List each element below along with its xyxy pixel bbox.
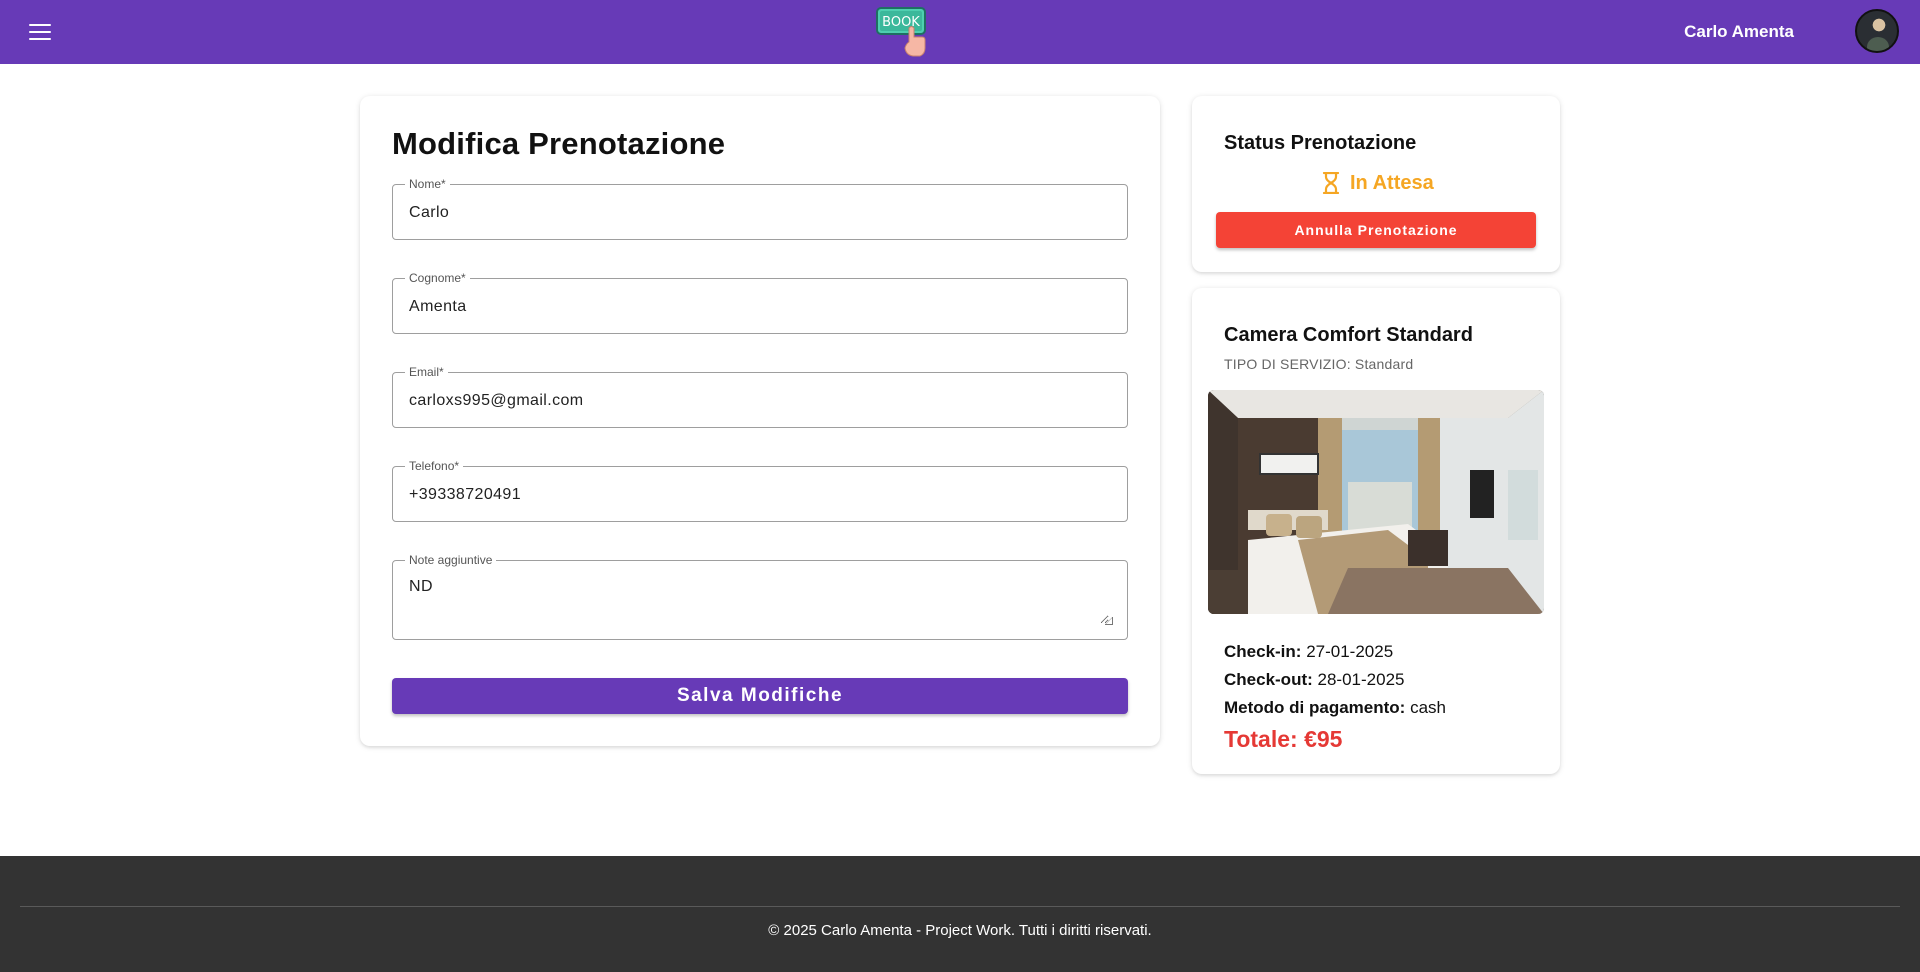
hourglass-icon bbox=[1322, 172, 1340, 194]
checkout-value: 28-01-2025 bbox=[1317, 670, 1405, 689]
first-name-input[interactable] bbox=[409, 201, 1109, 225]
footer-divider bbox=[20, 906, 1900, 907]
phone-field[interactable]: Telefono* bbox=[392, 459, 1128, 522]
room-details-card: Camera Comfort Standard TIPO DI SERVIZIO… bbox=[1192, 288, 1560, 774]
email-label: Email* bbox=[405, 365, 448, 379]
book-logo[interactable]: BOOK bbox=[876, 6, 930, 58]
checkout-line: Check-out: 28-01-2025 bbox=[1224, 666, 1446, 694]
email-input[interactable] bbox=[409, 389, 1109, 413]
textarea-resize-handle[interactable] bbox=[1105, 617, 1113, 625]
payment-value: cash bbox=[1410, 698, 1446, 717]
checkout-label: Check-out: bbox=[1224, 670, 1313, 689]
status-value: In Attesa bbox=[1350, 171, 1434, 194]
cancel-booking-button[interactable]: Annulla Prenotazione bbox=[1216, 212, 1536, 248]
last-name-input[interactable] bbox=[409, 295, 1109, 319]
first-name-field[interactable]: Nome* bbox=[392, 177, 1128, 240]
last-name-field[interactable]: Cognome* bbox=[392, 271, 1128, 334]
top-app-bar: BOOK Carlo Amenta bbox=[0, 0, 1920, 64]
status-indicator: In Attesa bbox=[1322, 170, 1434, 196]
first-name-label: Nome* bbox=[405, 177, 450, 191]
payment-line: Metodo di pagamento: cash bbox=[1224, 694, 1446, 722]
phone-label: Telefono* bbox=[405, 459, 464, 473]
hamburger-menu-icon[interactable] bbox=[24, 18, 56, 46]
avatar[interactable] bbox=[1855, 9, 1899, 53]
notes-field[interactable]: Note aggiuntive ND bbox=[392, 553, 1128, 640]
footer-copyright: © 2025 Carlo Amenta - Project Work. Tutt… bbox=[768, 922, 1152, 939]
booking-details: Check-in: 27-01-2025 Check-out: 28-01-20… bbox=[1224, 638, 1446, 756]
total-price: Totale: €95 bbox=[1224, 726, 1343, 752]
notes-label: Note aggiuntive bbox=[405, 553, 497, 567]
footer: © 2025 Carlo Amenta - Project Work. Tutt… bbox=[0, 856, 1920, 972]
phone-input[interactable] bbox=[409, 483, 1109, 507]
checkin-label: Check-in: bbox=[1224, 642, 1302, 661]
save-changes-button[interactable]: Salva Modifiche bbox=[392, 678, 1128, 714]
room-photo bbox=[1208, 390, 1544, 614]
logo-text: BOOK bbox=[882, 15, 920, 30]
notes-textarea[interactable]: ND bbox=[409, 578, 1109, 624]
email-field[interactable]: Email* bbox=[392, 365, 1128, 428]
page-title: Modifica Prenotazione bbox=[392, 126, 726, 161]
payment-label: Metodo di pagamento: bbox=[1224, 698, 1406, 717]
user-name[interactable]: Carlo Amenta bbox=[1684, 21, 1794, 43]
service-type: TIPO DI SERVIZIO: Standard bbox=[1224, 356, 1414, 372]
room-title: Camera Comfort Standard bbox=[1224, 324, 1473, 346]
checkin-line: Check-in: 27-01-2025 bbox=[1224, 638, 1446, 666]
booking-status-card: Status Prenotazione In Attesa Annulla Pr… bbox=[1192, 96, 1560, 272]
status-title: Status Prenotazione bbox=[1224, 132, 1417, 154]
edit-booking-card: Modifica Prenotazione Nome* Cognome* Ema… bbox=[360, 96, 1160, 746]
checkin-value: 27-01-2025 bbox=[1306, 642, 1394, 661]
last-name-label: Cognome* bbox=[405, 271, 470, 285]
